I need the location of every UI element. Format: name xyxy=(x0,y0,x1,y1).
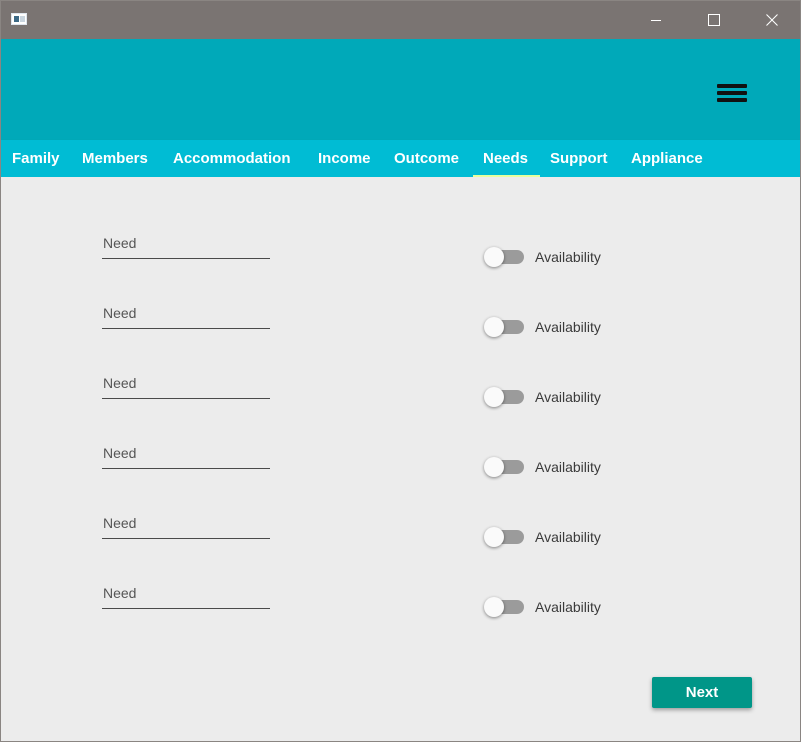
availability-toggle[interactable] xyxy=(484,386,526,408)
availability-row: Availability xyxy=(484,246,624,268)
tab-members[interactable]: Members xyxy=(72,140,158,177)
availability-toggle[interactable] xyxy=(484,246,526,268)
need-field[interactable] xyxy=(102,230,271,259)
need-input[interactable] xyxy=(102,300,271,326)
availability-toggle[interactable] xyxy=(484,316,526,338)
tab-family[interactable]: Family xyxy=(2,140,70,177)
tab-income[interactable]: Income xyxy=(308,140,381,177)
availability-toggle[interactable] xyxy=(484,526,526,548)
need-input[interactable] xyxy=(102,440,271,466)
need-input[interactable] xyxy=(102,370,271,396)
tab-support[interactable]: Support xyxy=(540,140,618,177)
close-icon xyxy=(766,14,778,26)
need-input[interactable] xyxy=(102,510,271,536)
availability-toggle[interactable] xyxy=(484,456,526,478)
need-field[interactable] xyxy=(102,510,271,539)
availability-label: Availability xyxy=(535,389,601,405)
availability-label: Availability xyxy=(535,249,601,265)
need-input[interactable] xyxy=(102,580,271,606)
availability-label: Availability xyxy=(535,459,601,475)
hamburger-menu-icon[interactable] xyxy=(715,81,749,105)
availability-toggle[interactable] xyxy=(484,596,526,618)
next-button[interactable]: Next xyxy=(652,677,752,708)
close-button[interactable] xyxy=(743,1,800,39)
need-field[interactable] xyxy=(102,580,271,609)
app-window-icon xyxy=(11,13,27,25)
availability-row: Availability xyxy=(484,596,624,618)
availability-label: Availability xyxy=(535,599,601,615)
availability-row: Availability xyxy=(484,316,624,338)
tab-bar: Family Members Accommodation Income Outc… xyxy=(1,140,800,177)
tab-needs[interactable]: Needs xyxy=(473,140,540,177)
needs-form: Availability Availability Availability A… xyxy=(1,177,800,741)
need-input[interactable] xyxy=(102,230,271,256)
availability-label: Availability xyxy=(535,319,601,335)
tab-accommodation[interactable]: Accommodation xyxy=(163,140,301,177)
availability-row: Availability xyxy=(484,456,624,478)
availability-row: Availability xyxy=(484,386,624,408)
title-bar[interactable] xyxy=(1,1,800,39)
app-window: Family Members Accommodation Income Outc… xyxy=(0,0,801,742)
maximize-button[interactable] xyxy=(685,1,743,39)
minimize-button[interactable] xyxy=(627,1,685,39)
app-header xyxy=(1,39,800,140)
maximize-icon xyxy=(708,14,720,26)
minimize-icon xyxy=(651,20,661,21)
availability-label: Availability xyxy=(535,529,601,545)
availability-row: Availability xyxy=(484,526,624,548)
tab-outcome[interactable]: Outcome xyxy=(384,140,469,177)
need-field[interactable] xyxy=(102,370,271,399)
tab-appliance[interactable]: Appliance xyxy=(621,140,713,177)
need-field[interactable] xyxy=(102,440,271,469)
need-field[interactable] xyxy=(102,300,271,329)
